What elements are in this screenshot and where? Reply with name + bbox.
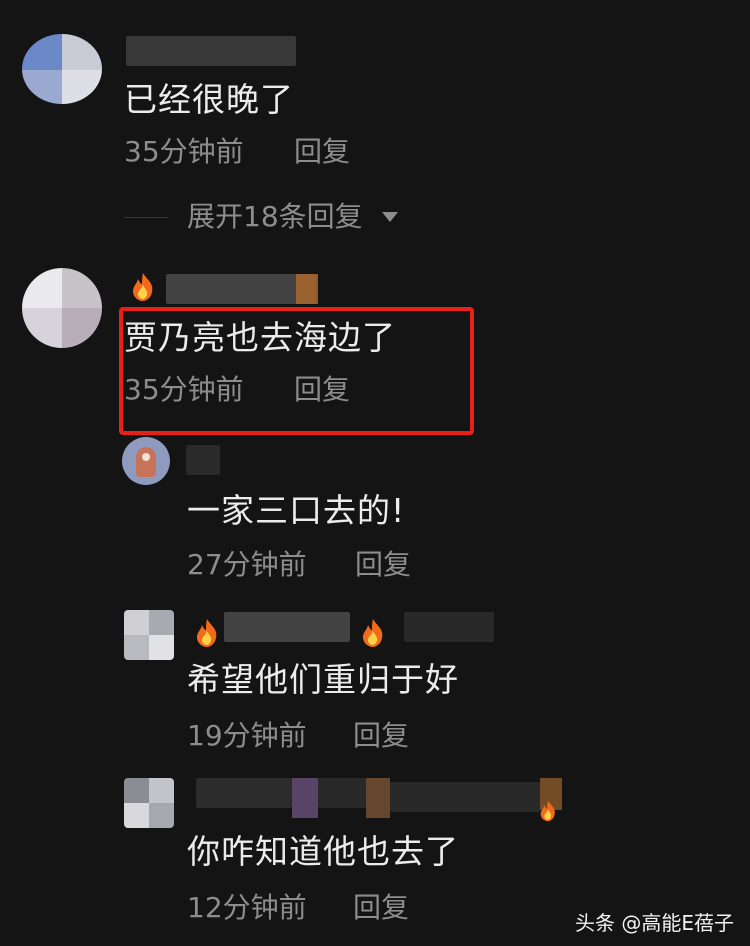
username-suffix: [390, 782, 540, 812]
username-decoration: [296, 274, 318, 304]
username[interactable]: [166, 274, 316, 304]
username[interactable]: [186, 445, 220, 475]
reply-button[interactable]: 回复: [355, 548, 411, 582]
avatar[interactable]: [124, 610, 174, 660]
divider: [124, 217, 168, 218]
avatar[interactable]: [122, 437, 170, 485]
comment-text: 已经很晚了: [124, 80, 294, 119]
highlight-box: [119, 307, 474, 435]
comment-text: 希望他们重归于好: [187, 660, 459, 699]
comment-time: 27分钟前: [187, 548, 307, 581]
reply-button[interactable]: 回复: [353, 891, 409, 925]
username[interactable]: [224, 612, 350, 642]
avatar[interactable]: [22, 268, 102, 348]
comment-time: 35分钟前: [124, 135, 244, 168]
fire-icon: [133, 273, 153, 301]
username-decoration: [366, 778, 390, 818]
fire-icon: [363, 619, 383, 647]
username-suffix: [404, 612, 494, 642]
avatar[interactable]: [22, 34, 102, 104]
username-decoration: [292, 778, 318, 818]
comment-text: 你咋知道他也去了: [187, 832, 459, 871]
reply-button[interactable]: 回复: [353, 719, 409, 753]
caret-down-icon: [382, 212, 398, 222]
username[interactable]: [196, 778, 292, 808]
comment-list: 已经很晚了 35分钟前 回复 展开18条回复 贾乃亮也去海边了 35分钟前 回复: [0, 0, 750, 946]
comment-time: 12分钟前: [187, 891, 307, 924]
reply-button[interactable]: 回复: [294, 135, 350, 169]
fire-icon: [540, 800, 555, 822]
comment-time: 19分钟前: [187, 719, 307, 752]
watermark: 头条 @高能E蓓子: [575, 911, 734, 935]
username[interactable]: [126, 36, 296, 66]
expand-replies-button[interactable]: 展开18条回复: [187, 200, 363, 234]
comment-text: 一家三口去的!: [187, 491, 406, 530]
fire-icon: [197, 619, 217, 647]
username: [318, 778, 366, 808]
avatar[interactable]: [124, 778, 174, 828]
